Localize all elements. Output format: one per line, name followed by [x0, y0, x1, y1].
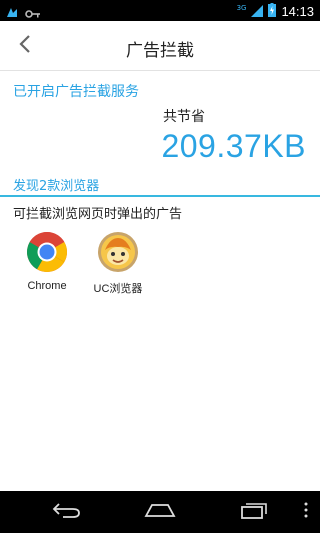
nav-home-button[interactable]: [142, 499, 178, 525]
battery-icon: [268, 2, 277, 21]
saved-label: 共节省: [163, 109, 205, 125]
browser-item-chrome[interactable]: Chrome: [12, 230, 82, 292]
uc-browser-icon: [96, 230, 140, 274]
browser-item-uc[interactable]: UC浏览器: [83, 230, 153, 296]
divider: [0, 195, 320, 197]
saved-amount: 209.37KB: [161, 128, 306, 164]
recent-apps-icon: [239, 501, 269, 523]
chrome-icon: [25, 230, 69, 274]
found-browsers-text: 发现2款浏览器: [13, 179, 100, 194]
browser-name: UC浏览器: [93, 283, 143, 295]
page-title: 广告拦截: [126, 41, 194, 61]
block-description: 可拦截浏览网页时弹出的广告: [13, 207, 183, 222]
service-status-text: 已开启广告拦截服务: [13, 84, 139, 100]
nav-recent-apps-button[interactable]: [236, 499, 272, 525]
home-icon: [144, 502, 176, 522]
back-arrow-icon: [51, 501, 81, 523]
network-type: 3G: [236, 3, 247, 12]
nav-menu-button[interactable]: [300, 499, 312, 525]
signal-icon: [251, 2, 264, 21]
status-bar: 3G 14:13: [0, 0, 320, 21]
overflow-menu-icon: [304, 502, 308, 522]
browser-name: Chrome: [27, 280, 67, 292]
navigation-bar: [0, 491, 320, 533]
nav-back-button[interactable]: [48, 499, 84, 525]
clock: 14:13: [281, 4, 314, 19]
header: 广告拦截: [0, 21, 320, 71]
